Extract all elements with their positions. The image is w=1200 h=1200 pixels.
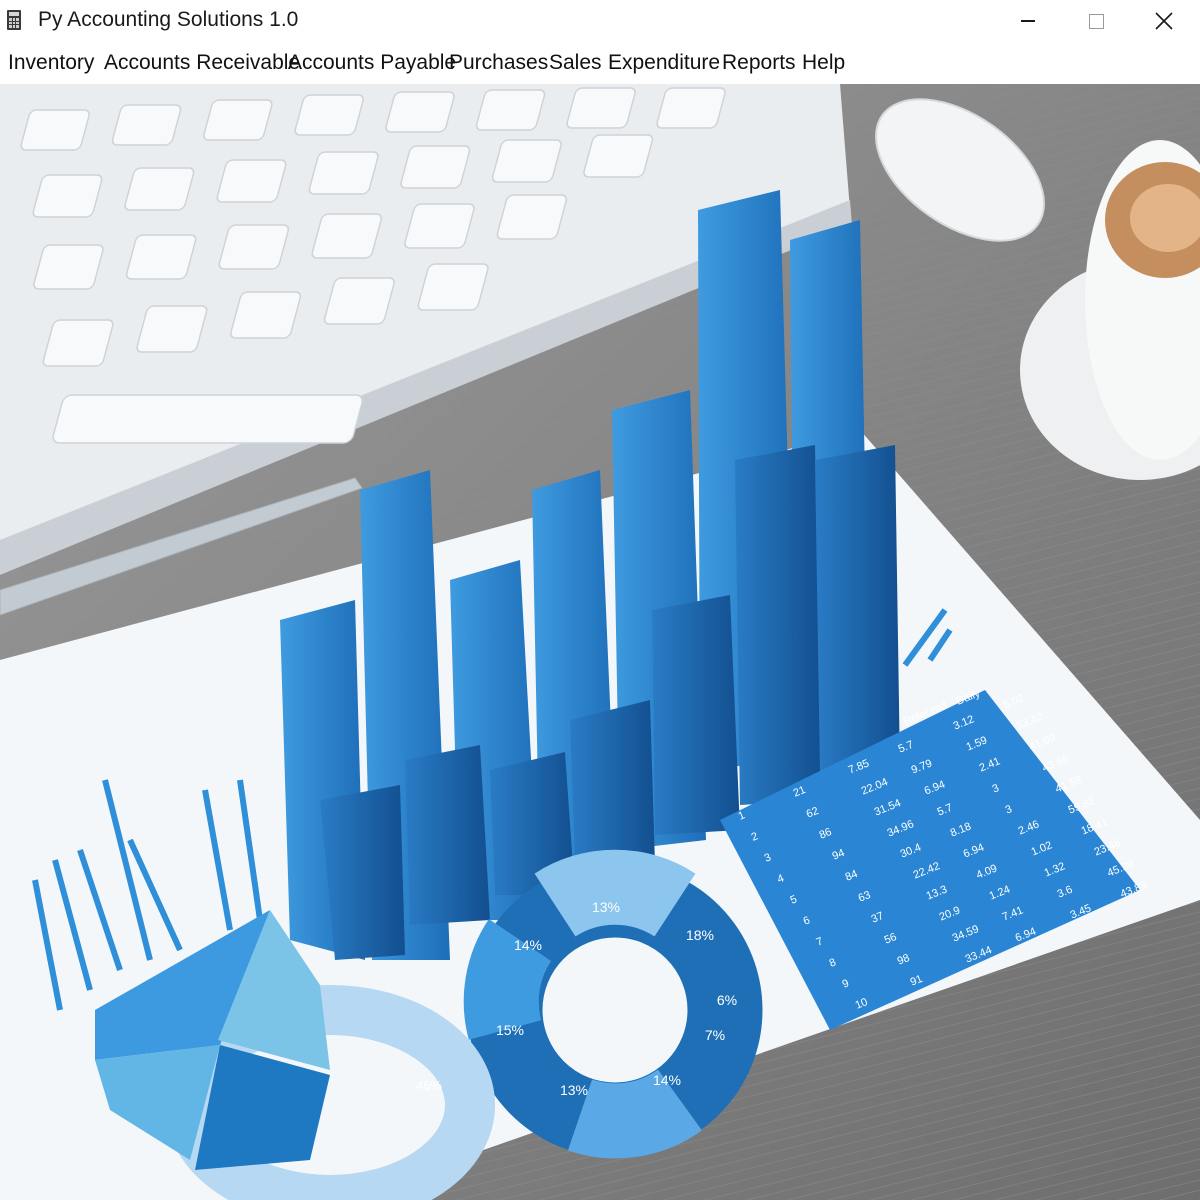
menu-inventory[interactable]: Inventory [8,51,94,75]
menu-accounts-receivable[interactable]: Accounts Receivable [104,51,300,75]
background-image: 13% 18% 6% 7% 14% 13% 15% 14% 46% Refer … [0,84,1200,1200]
maximize-button[interactable] [1062,0,1130,42]
close-button[interactable] [1130,0,1198,42]
donut-label-4: 7% [705,1027,725,1043]
pie-label: 46% [416,1078,442,1093]
donut-label-1: 13% [592,899,620,915]
menu-purchases[interactable]: Purchases [449,51,548,75]
menu-accounts-payable[interactable]: Accounts Payable [288,51,456,75]
donut-label-3: 6% [717,992,737,1008]
close-icon [1155,12,1173,30]
minimize-icon [1021,20,1035,22]
minimize-button[interactable] [994,0,1062,42]
donut-label-7: 15% [496,1022,524,1038]
menu-bar: Inventory Accounts Receivable Accounts P… [0,42,1200,84]
menu-help[interactable]: Help [802,51,845,75]
donut-label-2: 18% [686,927,714,943]
donut-label-6: 13% [560,1082,588,1098]
menu-expenditure[interactable]: Expenditure [608,51,720,75]
title-bar: Py Accounting Solutions 1.0 [0,0,1200,42]
maximize-icon [1088,13,1104,29]
donut-label-5: 14% [653,1072,681,1088]
donut-label-8: 14% [514,937,542,953]
donut-chart: 13% 18% 6% 7% 14% 13% 15% 14% [463,849,763,1159]
calculator-icon [7,10,21,30]
menu-reports[interactable]: Reports [722,51,796,75]
window-title: Py Accounting Solutions 1.0 [38,8,299,31]
menu-sales[interactable]: Sales [549,51,602,75]
